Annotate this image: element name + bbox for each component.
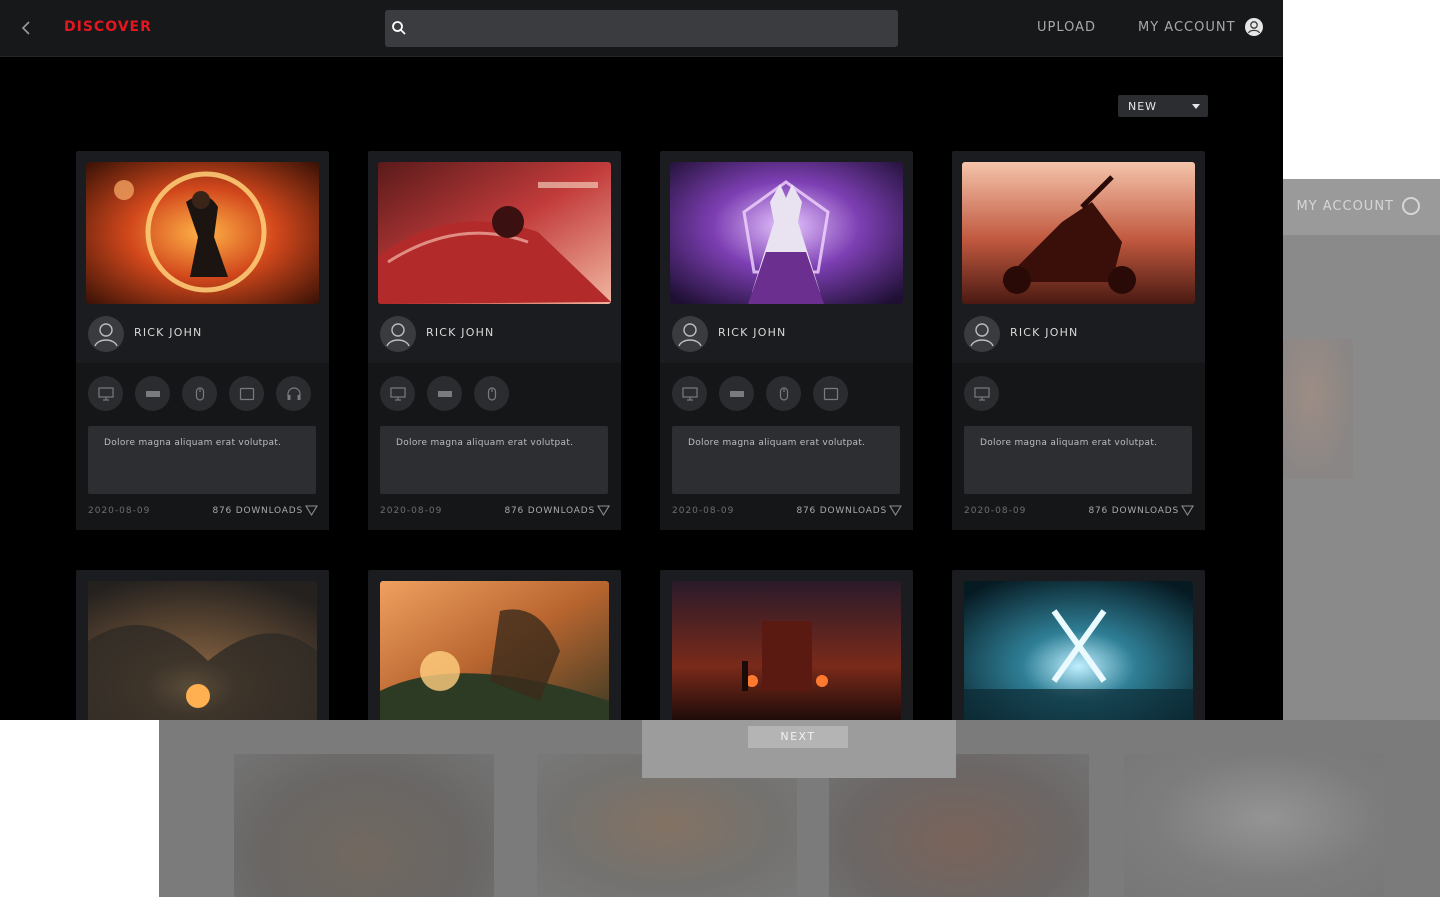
device-icons xyxy=(964,376,999,411)
card-image xyxy=(380,581,609,720)
card-image xyxy=(378,162,611,304)
asset-card[interactable] xyxy=(76,570,329,720)
author-name[interactable]: RICK JOHN xyxy=(426,326,494,339)
tablet-icon xyxy=(813,376,848,411)
account-icon xyxy=(1244,18,1263,36)
card-author-row: RICK JOHN xyxy=(952,311,1205,355)
mouse-icon xyxy=(766,376,801,411)
top-bar: DISCOVER UPLOAD MY ACCOUNT xyxy=(0,0,1283,57)
download-icon[interactable] xyxy=(305,504,318,517)
card-details: Dolore magna aliquam erat volutpat. 2020… xyxy=(368,363,621,530)
author-name[interactable]: RICK JOHN xyxy=(718,326,786,339)
card-details: Dolore magna aliquam erat volutpat. 2020… xyxy=(952,363,1205,530)
card-image xyxy=(964,581,1193,720)
card-author-row: RICK JOHN xyxy=(660,311,913,355)
card-date: 2020-08-09 xyxy=(88,506,151,516)
card-image xyxy=(672,581,901,720)
user-icon xyxy=(970,323,994,347)
card-thumbnail[interactable] xyxy=(962,162,1195,304)
avatar[interactable] xyxy=(380,316,416,352)
card-author-row: RICK JOHN xyxy=(368,311,621,355)
card-image xyxy=(86,162,319,304)
card-thumbnail[interactable] xyxy=(672,581,901,720)
background-thumbnail xyxy=(1124,754,1384,897)
background-account-link: MY ACCOUNT xyxy=(1296,197,1420,215)
background-account-label: MY ACCOUNT xyxy=(1296,198,1394,214)
monitor-icon xyxy=(964,376,999,411)
keyboard-icon xyxy=(719,376,754,411)
avatar[interactable] xyxy=(964,316,1000,352)
avatar[interactable] xyxy=(88,316,124,352)
card-description: Dolore magna aliquam erat volutpat. xyxy=(672,426,900,494)
monitor-icon xyxy=(672,376,707,411)
card-thumbnail[interactable] xyxy=(378,162,611,304)
download-icon[interactable] xyxy=(889,504,902,517)
device-icons xyxy=(672,376,848,411)
app-window: DISCOVER UPLOAD MY ACCOUNT NEW RICK JOHN… xyxy=(0,0,1283,720)
asset-card[interactable] xyxy=(952,570,1205,720)
search-icon[interactable] xyxy=(391,20,407,36)
card-description: Dolore magna aliquam erat volutpat. xyxy=(88,426,316,494)
card-description: Dolore magna aliquam erat volutpat. xyxy=(380,426,608,494)
sort-selected-value: NEW xyxy=(1128,99,1158,113)
card-date: 2020-08-09 xyxy=(672,506,735,516)
tablet-icon xyxy=(229,376,264,411)
caret-down-icon xyxy=(1192,103,1200,109)
sort-dropdown[interactable]: NEW xyxy=(1118,95,1208,117)
download-count: 876 DOWNLOADS xyxy=(504,506,595,516)
upload-link[interactable]: UPLOAD xyxy=(1037,20,1096,35)
mouse-icon xyxy=(474,376,509,411)
back-button[interactable] xyxy=(14,16,38,40)
account-icon xyxy=(1402,197,1420,215)
card-image xyxy=(962,162,1195,304)
card-author-row: RICK JOHN xyxy=(76,311,329,355)
next-button[interactable]: NEXT xyxy=(748,726,848,748)
monitor-icon xyxy=(380,376,415,411)
user-icon xyxy=(678,323,702,347)
card-image xyxy=(670,162,903,304)
search-input[interactable] xyxy=(418,12,888,45)
card-details: Dolore magna aliquam erat volutpat. 2020… xyxy=(76,363,329,530)
monitor-icon xyxy=(88,376,123,411)
background-card-image xyxy=(1283,339,1353,479)
device-icons xyxy=(380,376,509,411)
asset-card[interactable]: RICK JOHN Dolore magna aliquam erat volu… xyxy=(368,151,621,530)
author-name[interactable]: RICK JOHN xyxy=(1010,326,1078,339)
download-count: 876 DOWNLOADS xyxy=(796,506,887,516)
user-icon xyxy=(94,323,118,347)
asset-card[interactable] xyxy=(368,570,621,720)
card-thumbnail[interactable] xyxy=(964,581,1193,720)
pagination-panel: NEXT xyxy=(642,720,956,778)
my-account-label: MY ACCOUNT xyxy=(1138,19,1236,35)
card-thumbnail[interactable] xyxy=(670,162,903,304)
keyboard-icon xyxy=(135,376,170,411)
keyboard-icon xyxy=(427,376,462,411)
card-description: Dolore magna aliquam erat volutpat. xyxy=(964,426,1192,494)
card-details: Dolore magna aliquam erat volutpat. 2020… xyxy=(660,363,913,530)
asset-card[interactable] xyxy=(660,570,913,720)
mouse-icon xyxy=(182,376,217,411)
card-image xyxy=(88,581,317,720)
card-date: 2020-08-09 xyxy=(380,506,443,516)
asset-card[interactable]: RICK JOHN Dolore magna aliquam erat volu… xyxy=(660,151,913,530)
asset-card[interactable]: RICK JOHN Dolore magna aliquam erat volu… xyxy=(76,151,329,530)
background-thumbnail xyxy=(234,754,494,897)
card-thumbnail[interactable] xyxy=(88,581,317,720)
avatar[interactable] xyxy=(672,316,708,352)
page-title: DISCOVER xyxy=(64,19,152,35)
headset-icon xyxy=(276,376,311,411)
download-count: 876 DOWNLOADS xyxy=(212,506,303,516)
user-icon xyxy=(386,323,410,347)
chevron-left-icon xyxy=(21,21,30,35)
my-account-link[interactable]: MY ACCOUNT xyxy=(1138,17,1264,37)
card-date: 2020-08-09 xyxy=(964,506,1027,516)
download-icon[interactable] xyxy=(1181,504,1194,517)
download-icon[interactable] xyxy=(597,504,610,517)
author-name[interactable]: RICK JOHN xyxy=(134,326,202,339)
asset-card[interactable]: RICK JOHN Dolore magna aliquam erat volu… xyxy=(952,151,1205,530)
card-thumbnail[interactable] xyxy=(86,162,319,304)
download-count: 876 DOWNLOADS xyxy=(1088,506,1179,516)
device-icons xyxy=(88,376,311,411)
card-thumbnail[interactable] xyxy=(380,581,609,720)
